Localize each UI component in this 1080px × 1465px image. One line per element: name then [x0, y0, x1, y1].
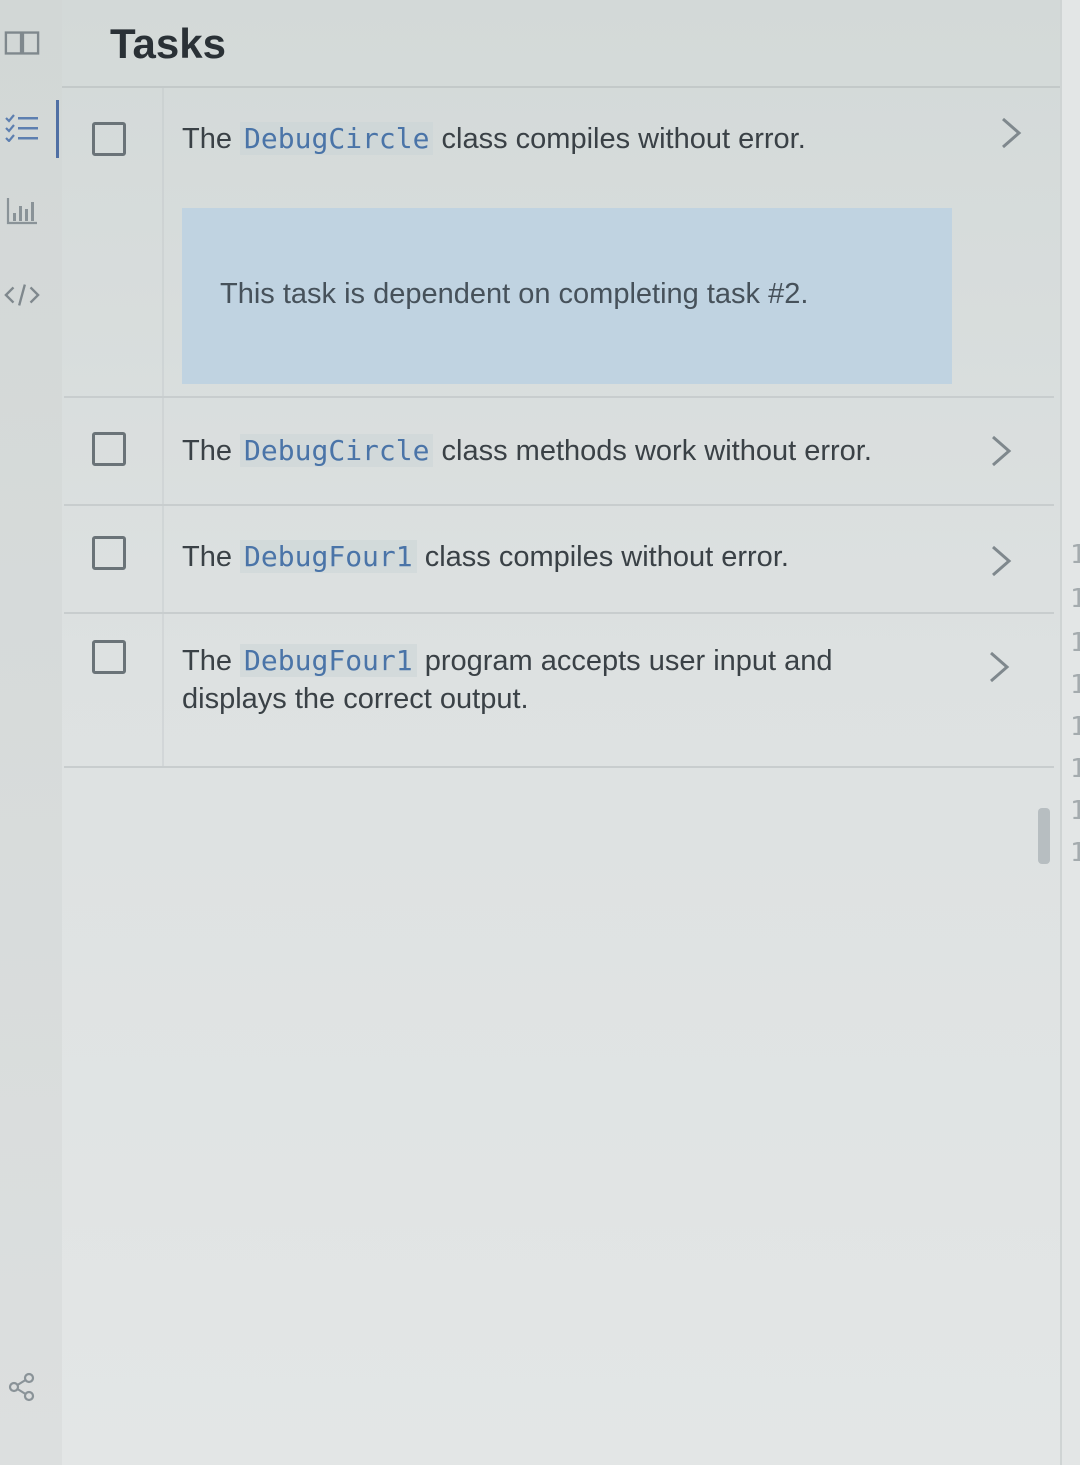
- task-4-prefix: The: [182, 645, 232, 677]
- task-4-chevron-icon[interactable]: [982, 648, 1016, 686]
- task-1-suffix: class compiles without error.: [441, 123, 806, 155]
- bar-chart-icon[interactable]: [4, 196, 40, 226]
- line-number: 1: [1070, 796, 1080, 826]
- task-row-2[interactable]: The DebugCircle class methods work witho…: [64, 398, 1054, 506]
- page-title: Tasks: [110, 20, 226, 67]
- active-indicator: [56, 100, 59, 158]
- tasks-screen: Tasks The DebugCircle class compiles wit…: [0, 0, 1080, 1465]
- task-4-code: DebugFour1: [240, 644, 417, 677]
- task-2-chevron-icon[interactable]: [984, 432, 1018, 470]
- task-2-code: DebugCircle: [240, 434, 434, 467]
- task-3-checkbox[interactable]: [92, 536, 126, 570]
- row-divider: [162, 88, 164, 396]
- task-1-code: DebugCircle: [240, 122, 434, 155]
- line-number: 1: [1070, 540, 1080, 570]
- line-number: 1: [1070, 584, 1080, 614]
- line-number: 1: [1070, 628, 1080, 658]
- dependency-text: This task is dependent on completing tas…: [220, 278, 809, 310]
- task-3-code: DebugFour1: [240, 540, 417, 573]
- task-row-1[interactable]: The DebugCircle class compiles without e…: [64, 88, 1054, 398]
- code-icon[interactable]: [4, 280, 40, 310]
- book-icon[interactable]: [4, 28, 40, 58]
- task-3-chevron-icon[interactable]: [984, 542, 1018, 580]
- task-1-prefix: The: [182, 123, 232, 155]
- row-divider: [162, 614, 164, 766]
- task-3-suffix: class compiles without error.: [424, 541, 789, 573]
- task-list: The DebugCircle class compiles without e…: [64, 88, 1054, 1465]
- task-2-checkbox[interactable]: [92, 432, 126, 466]
- left-rail: [0, 0, 62, 1465]
- task-2-text: The DebugCircle class methods work witho…: [182, 432, 942, 470]
- task-4-text: The DebugFour1 program accepts user inpu…: [182, 642, 882, 718]
- task-2-prefix: The: [182, 435, 232, 467]
- task-3-prefix: The: [182, 541, 232, 573]
- task-row-4[interactable]: The DebugFour1 program accepts user inpu…: [64, 614, 1054, 768]
- task-1-chevron-icon[interactable]: [994, 114, 1028, 152]
- editor-gutter-strip: 1 1 1 1 1 1 1 1: [1060, 0, 1080, 1465]
- line-number: 1: [1070, 838, 1080, 868]
- task-4-checkbox[interactable]: [92, 640, 126, 674]
- task-1-text: The DebugCircle class compiles without e…: [182, 120, 882, 158]
- task-list-icon[interactable]: [4, 112, 40, 142]
- row-divider: [162, 506, 164, 612]
- task-2-suffix: class methods work without error.: [441, 435, 872, 467]
- line-number: 1: [1070, 670, 1080, 700]
- panel-header: Tasks: [62, 0, 1062, 88]
- dependency-notice: This task is dependent on completing tas…: [182, 208, 952, 384]
- share-icon[interactable]: [4, 1372, 40, 1402]
- row-divider: [162, 398, 164, 504]
- scrollbar-thumb[interactable]: [1038, 808, 1050, 864]
- line-number: 1: [1070, 712, 1080, 742]
- task-1-checkbox[interactable]: [92, 122, 126, 156]
- task-3-text: The DebugFour1 class compiles without er…: [182, 538, 882, 576]
- task-row-3[interactable]: The DebugFour1 class compiles without er…: [64, 506, 1054, 614]
- line-number: 1: [1070, 754, 1080, 784]
